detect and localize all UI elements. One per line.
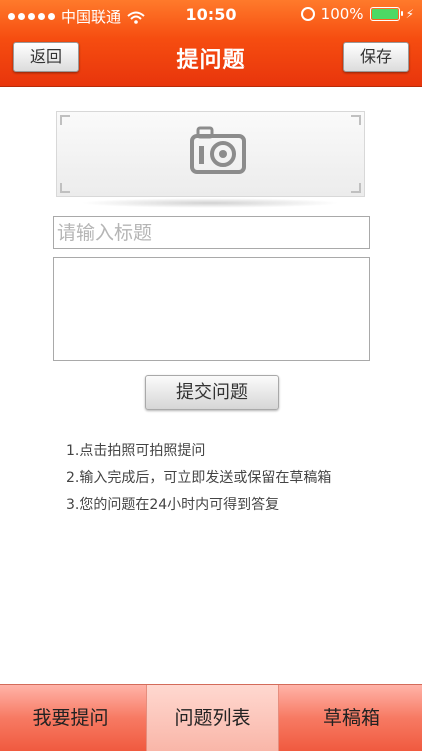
tab-ask-question[interactable]: 我要提问: [0, 685, 141, 751]
battery-icon: [369, 7, 403, 21]
rotation-lock-icon: [300, 7, 315, 21]
header: 中国联通 10:50 100% ⚡ 返回 提问题 保存: [0, 0, 422, 87]
tips-list: 1.点击拍照可拍照提问 2.输入完成后，可立即发送或保留在草稿箱 3.您的问题在…: [66, 440, 331, 521]
tip-item: 3.您的问题在24小时内可得到答复: [66, 497, 280, 513]
tip-item: 1.点击拍照可拍照提问: [66, 443, 206, 459]
tip-item: 2.输入完成后，可立即发送或保留在草稿箱: [66, 470, 332, 486]
tab-drafts[interactable]: 草稿箱: [281, 685, 422, 751]
tab-bar: 我要提问 问题列表 草稿箱: [0, 684, 422, 751]
frame-corner: [60, 115, 70, 125]
status-bar: 中国联通 10:50 100% ⚡: [0, 0, 422, 30]
take-photo-area[interactable]: [56, 111, 365, 197]
charging-icon: ⚡: [405, 7, 414, 21]
frame-corner: [351, 183, 361, 193]
question-content-input[interactable]: [53, 257, 370, 361]
title-input[interactable]: [53, 216, 370, 249]
submit-question-button[interactable]: 提交问题: [145, 375, 279, 410]
frame-corner: [60, 183, 70, 193]
camera-icon: [190, 126, 246, 174]
tab-question-list[interactable]: 问题列表: [146, 685, 279, 751]
battery-percent: 100%: [320, 5, 364, 23]
photo-shadow: [80, 198, 340, 208]
save-button[interactable]: 保存: [343, 42, 409, 72]
nav-bar: 返回 提问题 保存: [0, 30, 422, 86]
frame-corner: [351, 115, 361, 125]
